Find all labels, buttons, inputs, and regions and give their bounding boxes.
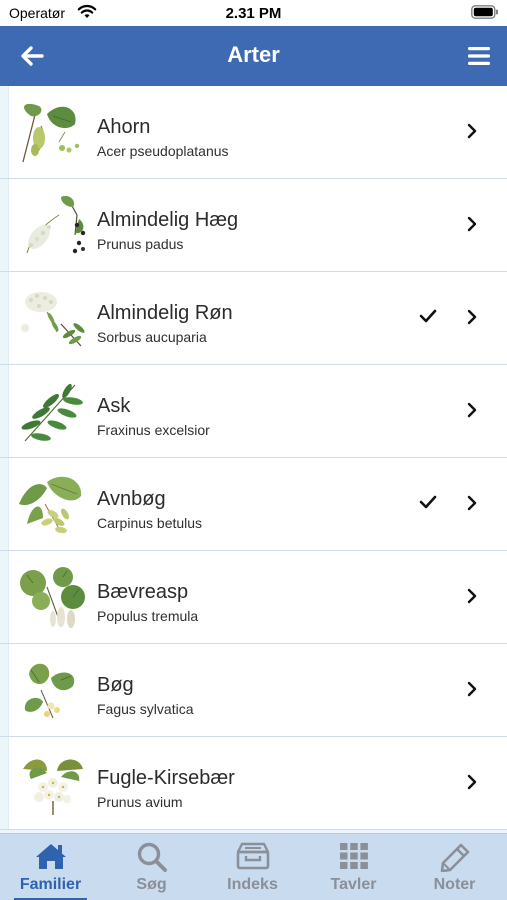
chevron-right-icon — [467, 681, 477, 697]
chevron-right-icon — [467, 402, 477, 418]
species-name: Bøg — [97, 674, 134, 696]
species-name: Almindelig Røn — [97, 302, 233, 324]
species-illustration — [24, 663, 75, 719]
chevron-right-icon — [467, 588, 477, 604]
species-row[interactable]: Almindelig Røn Sorbus aucuparia — [0, 272, 507, 365]
species-illustration — [19, 476, 82, 534]
tab-familier[interactable]: Familier — [0, 834, 101, 900]
species-latin-name: Prunus avium — [97, 794, 183, 810]
species-name: Almindelig Hæg — [97, 209, 239, 231]
chevron-right-icon — [467, 123, 477, 139]
tab-tavler[interactable]: Tavler — [303, 834, 404, 900]
tab-label: Søg — [136, 876, 167, 893]
species-latin-name: Fraxinus excelsior — [97, 422, 210, 438]
tab-sog[interactable]: Søg — [101, 834, 202, 900]
species-latin-name: Populus tremula — [97, 608, 199, 624]
checkmark-icon — [419, 495, 437, 509]
species-row[interactable]: Almindelig Hæg Prunus padus — [0, 179, 507, 272]
species-latin-name: Carpinus betulus — [97, 515, 203, 531]
pencil-icon — [440, 843, 469, 872]
tab-label: Familier — [19, 876, 82, 893]
page-title: Arter — [227, 42, 280, 67]
status-bar: Operatør 2.31 PM — [0, 0, 507, 26]
chevron-right-icon — [467, 216, 477, 232]
tab-indeks[interactable]: Indeks — [202, 834, 303, 900]
navigation-bar: Arter — [0, 26, 507, 86]
species-illustration — [21, 383, 83, 442]
battery-icon — [471, 5, 499, 24]
search-icon — [137, 842, 167, 872]
species-name: Ahorn — [97, 116, 151, 138]
species-latin-name: Acer pseudoplatanus — [97, 143, 229, 159]
species-row[interactable]: Ask Fraxinus excelsior — [0, 365, 507, 458]
tab-label: Indeks — [227, 876, 278, 893]
species-row[interactable]: Avnbøg Carpinus betulus — [0, 458, 507, 551]
species-name: Fugle-Kirsebær — [97, 767, 235, 789]
checkmark-icon — [419, 309, 437, 323]
species-row[interactable]: Ahorn Acer pseudoplatanus — [0, 86, 507, 179]
species-illustration — [21, 292, 85, 347]
chevron-right-icon — [467, 495, 477, 511]
archive-icon — [236, 842, 269, 870]
species-row[interactable]: Fugle-Kirsebær Prunus avium — [0, 737, 507, 830]
tab-label: Noter — [433, 876, 476, 893]
species-illustration — [26, 195, 86, 254]
species-illustration — [22, 103, 80, 163]
hamburger-menu-icon — [468, 47, 490, 65]
species-list[interactable]: Ahorn Acer pseudoplatanus Almindelig Hæg… — [0, 86, 507, 833]
species-name: Avnbøg — [97, 488, 166, 510]
species-latin-name: Sorbus aucuparia — [97, 329, 207, 345]
chevron-right-icon — [467, 774, 477, 790]
species-row[interactable]: Bævreasp Populus tremula — [0, 551, 507, 644]
species-latin-name: Fagus sylvatica — [97, 701, 194, 717]
species-illustration — [23, 759, 83, 815]
species-latin-name: Prunus padus — [97, 236, 184, 252]
home-icon — [35, 844, 66, 869]
tab-bar: Familier Søg Indeks Tavler Noter — [0, 833, 507, 900]
species-illustration — [20, 567, 85, 628]
species-name: Bævreasp — [97, 581, 189, 603]
tab-noter[interactable]: Noter — [404, 834, 505, 900]
menu-button[interactable] — [461, 38, 497, 74]
tab-label: Tavler — [330, 876, 377, 893]
species-row[interactable]: Bøg Fagus sylvatica — [0, 644, 507, 737]
status-time: 2.31 PM — [225, 5, 282, 22]
chevron-right-icon — [467, 309, 477, 325]
species-name: Ask — [97, 395, 131, 417]
grid-icon — [339, 843, 368, 869]
